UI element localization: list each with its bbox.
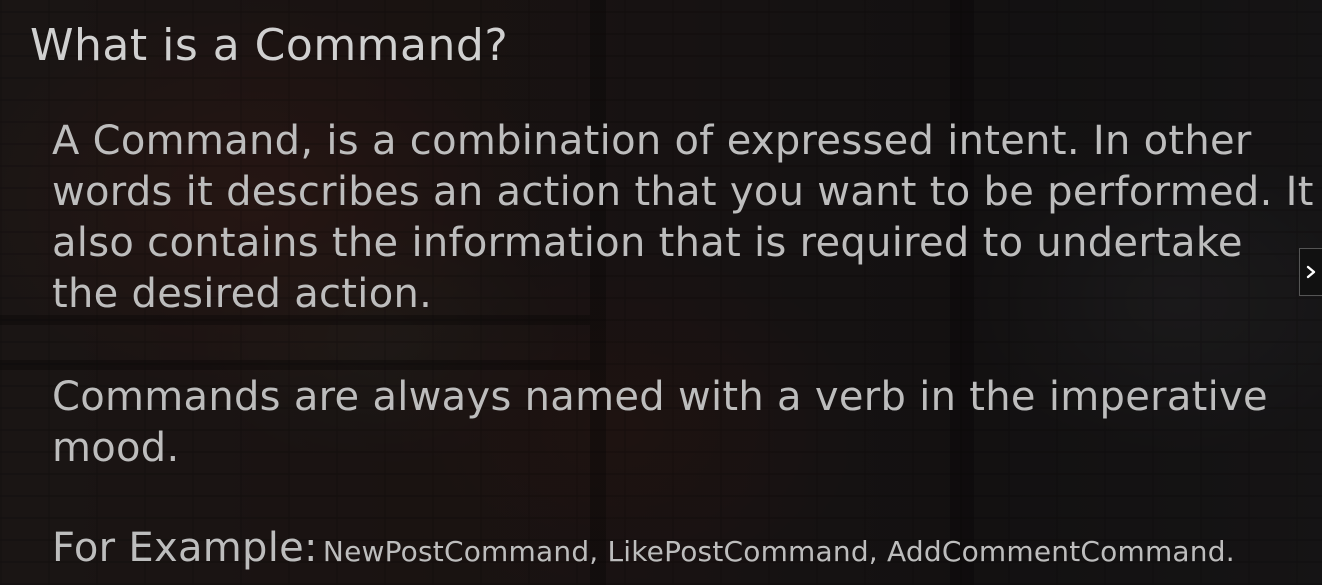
next-slide-button[interactable]: [1299, 248, 1322, 296]
command-definition-paragraph: A Command, is a combination of expressed…: [52, 118, 1314, 317]
chevron-right-icon: [1306, 265, 1316, 279]
example-label: For Example:: [52, 525, 318, 571]
slide: What is a Command? A Command, is a combi…: [0, 0, 1322, 585]
slide-title: What is a Command?: [30, 20, 509, 71]
example-command-list: NewPostCommand, LikePostCommand, AddComm…: [322, 535, 1235, 568]
command-naming-paragraph: Commands are always named with a verb in…: [52, 374, 1268, 471]
example-line: For Example: NewPostCommand, LikePostCom…: [52, 525, 1235, 571]
